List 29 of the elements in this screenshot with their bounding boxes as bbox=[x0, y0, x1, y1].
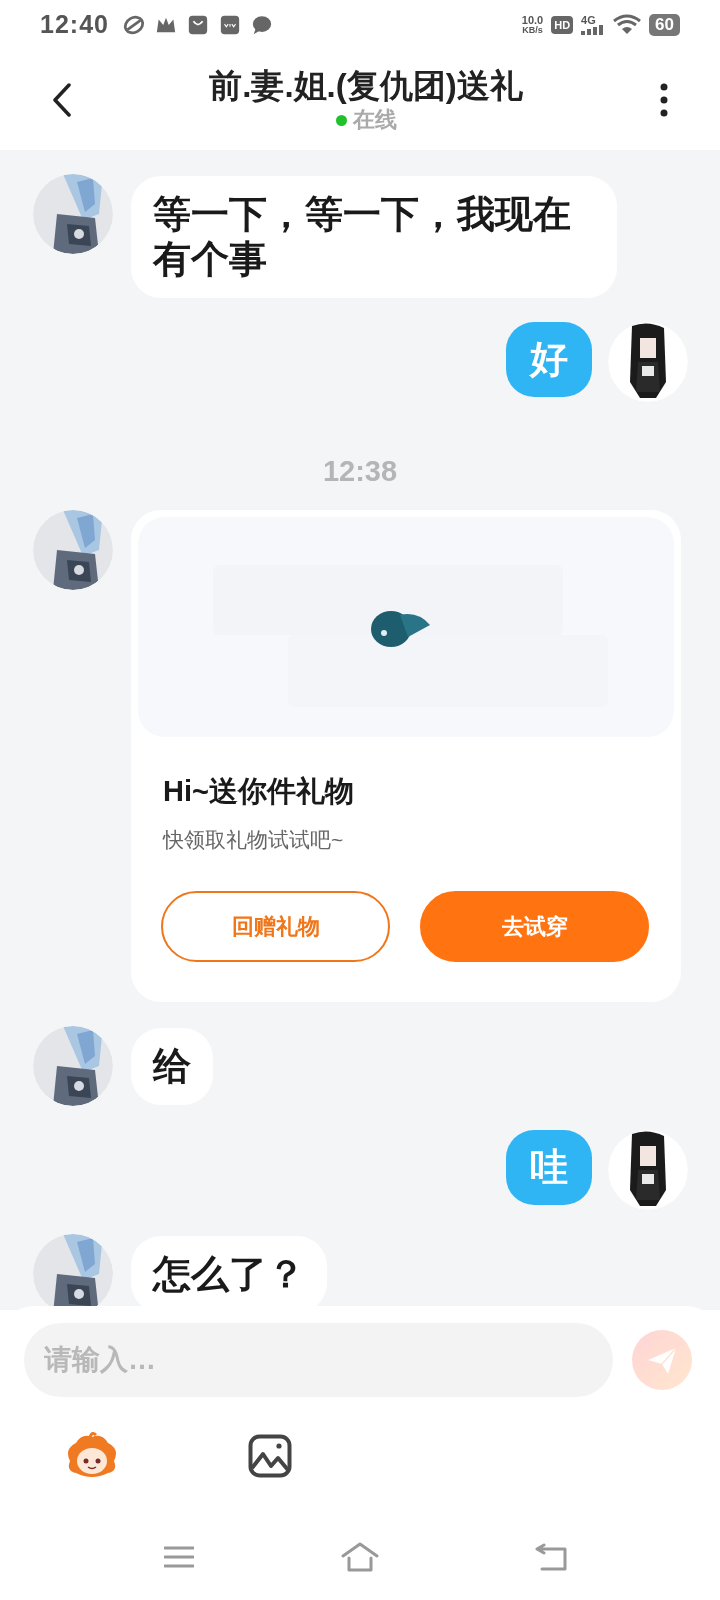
bag-icon bbox=[186, 14, 209, 36]
network-speed-unit: KB/s bbox=[522, 25, 543, 35]
chat-title: 前.妻.姐.(复仇团)送礼 bbox=[209, 66, 523, 106]
message-input[interactable]: 请输入… bbox=[24, 1323, 613, 1397]
timestamp: 12:38 bbox=[322, 456, 398, 486]
network-speed: 10.0 bbox=[521, 15, 544, 25]
image-icon[interactable] bbox=[248, 1434, 292, 1478]
app-icon bbox=[218, 14, 241, 36]
online-status: 在线 bbox=[352, 106, 397, 134]
chat-bubble-icon bbox=[250, 14, 273, 36]
message-bubble: 哇 bbox=[506, 1130, 592, 1205]
home-icon[interactable] bbox=[341, 1542, 379, 1572]
menu-icon[interactable] bbox=[164, 1545, 194, 1569]
message-bubble: 好 bbox=[506, 322, 592, 397]
message-bubble: 给 bbox=[131, 1028, 213, 1105]
message-bubble: 等一下，等一下，我现在有个事 bbox=[131, 176, 617, 298]
more-icon[interactable] bbox=[660, 83, 668, 117]
back-icon[interactable] bbox=[52, 83, 72, 117]
hd-badge: HD bbox=[551, 16, 574, 34]
battery-level: 60 bbox=[649, 14, 680, 36]
gift-button[interactable]: 去试穿 bbox=[420, 891, 649, 962]
gift-subtitle: 快领取礼物试试吧~ bbox=[161, 827, 345, 853]
network-type: 4G bbox=[581, 15, 596, 25]
signal-icon bbox=[581, 25, 606, 35]
gift-title: Hi~送你件礼物 bbox=[162, 774, 355, 809]
status-time: 12:40 bbox=[40, 9, 109, 41]
back-nav-icon[interactable] bbox=[534, 1543, 568, 1571]
wifi-icon bbox=[613, 14, 642, 36]
gift-button[interactable]: 回赠礼物 bbox=[161, 891, 390, 962]
